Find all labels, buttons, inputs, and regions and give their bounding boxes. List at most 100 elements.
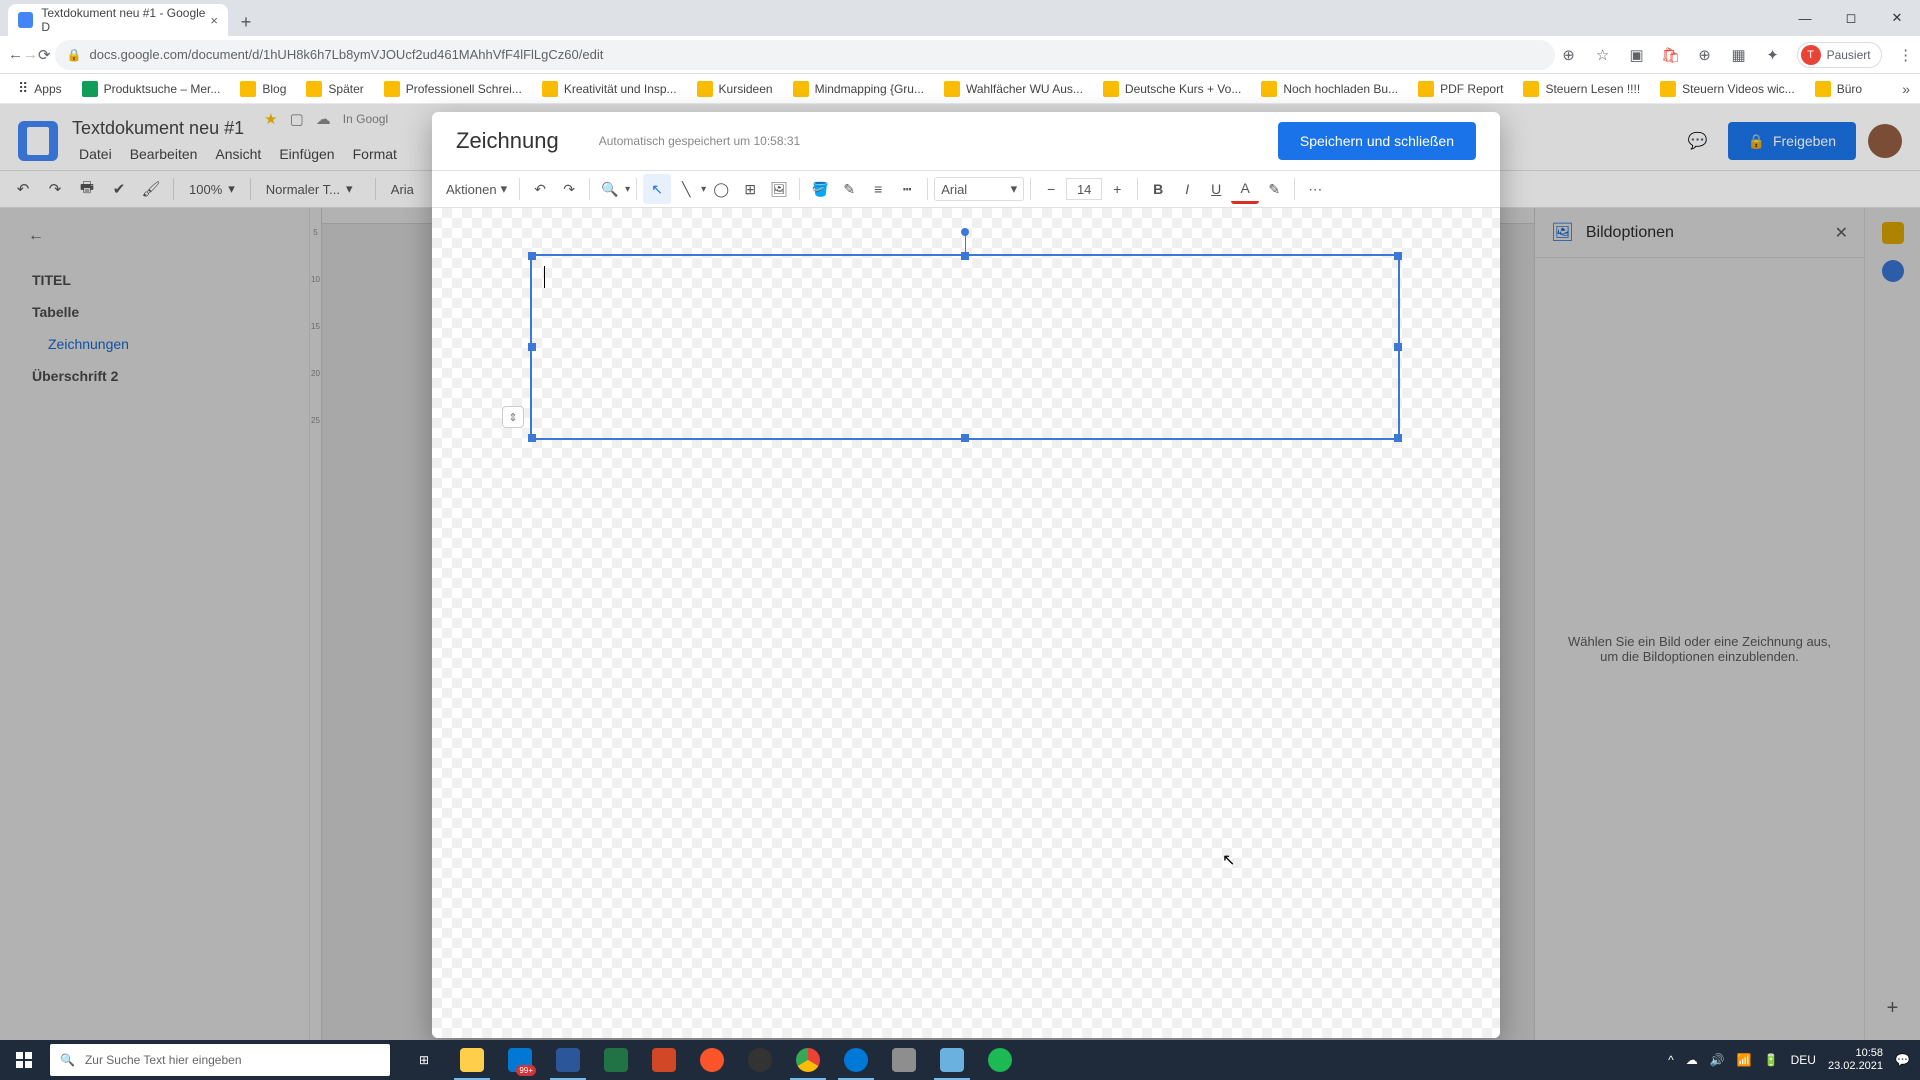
comments-button[interactable]: 💬 (1680, 123, 1716, 159)
undo-button[interactable]: ↶ (526, 174, 554, 204)
profile-button[interactable]: T Pausiert (1797, 42, 1882, 68)
start-button[interactable] (0, 1040, 48, 1080)
star-icon[interactable]: ★ (264, 110, 277, 128)
resize-handle-ml[interactable] (528, 343, 536, 351)
save-and-close-button[interactable]: Speichern und schließen (1278, 122, 1476, 160)
spellcheck-button[interactable]: ✔ (104, 174, 134, 204)
taskbar-search[interactable]: 🔍 Zur Suche Text hier eingeben (50, 1044, 390, 1076)
bookmark-item[interactable]: Mindmapping {Gru... (785, 77, 932, 101)
back-button[interactable]: ← (8, 40, 23, 70)
reload-button[interactable]: ⟳ (38, 40, 51, 70)
bookmark-item[interactable]: PDF Report (1410, 77, 1511, 101)
spotify-app[interactable] (976, 1040, 1024, 1080)
fill-color-button[interactable]: 🪣 (806, 174, 834, 204)
textbox-tool[interactable]: ⊞ (736, 174, 764, 204)
text-color-button[interactable]: A (1231, 174, 1259, 204)
print-button[interactable]: 🖶 (72, 174, 102, 204)
menu-format[interactable]: Format (346, 143, 404, 165)
task-view-button[interactable]: ⊞ (400, 1040, 448, 1080)
bookmark-item[interactable]: Später (298, 77, 371, 101)
image-tool[interactable]: 🖼 (765, 174, 793, 204)
bookmark-item[interactable]: Kreativität und Insp... (534, 77, 685, 101)
resize-handle-tl[interactable] (528, 252, 536, 260)
forward-button[interactable]: → (23, 40, 38, 70)
battery-icon[interactable]: 🔋 (1764, 1053, 1779, 1067)
extensions-icon[interactable]: ✦ (1763, 45, 1783, 65)
cart-icon[interactable]: 🛍 (1661, 45, 1681, 65)
paint-format-button[interactable]: 🖌 (136, 174, 166, 204)
notifications-icon[interactable]: 💬 (1895, 1053, 1910, 1067)
clock[interactable]: 10:58 23.02.2021 (1828, 1047, 1883, 1073)
undo-button[interactable]: ↶ (8, 174, 38, 204)
increase-font-button[interactable]: + (1103, 174, 1131, 204)
account-avatar[interactable] (1868, 124, 1902, 158)
close-window-button[interactable]: ✕ (1874, 0, 1920, 36)
edge-app[interactable] (832, 1040, 880, 1080)
qr-icon[interactable]: ▣ (1627, 45, 1647, 65)
chrome-app[interactable] (784, 1040, 832, 1080)
share-button[interactable]: 🔒 Freigeben (1728, 122, 1856, 160)
resize-handle-mr[interactable] (1394, 343, 1402, 351)
move-icon[interactable]: ▢ (290, 110, 304, 128)
tray-chevron-icon[interactable]: ^ (1668, 1053, 1674, 1067)
bold-button[interactable]: B (1144, 174, 1172, 204)
zoom-dropdown[interactable]: 100%▾ (181, 175, 243, 203)
bookmark-item[interactable]: Blog (232, 77, 294, 101)
star-icon[interactable]: ☆ (1593, 45, 1613, 65)
resize-handle-mt[interactable] (961, 252, 969, 260)
resize-handle-tr[interactable] (1394, 252, 1402, 260)
font-size-input[interactable]: 14 (1066, 178, 1102, 200)
menu-datei[interactable]: Datei (72, 143, 119, 165)
excel-app[interactable] (592, 1040, 640, 1080)
text-box-selected[interactable] (530, 254, 1400, 440)
powerpoint-app[interactable] (640, 1040, 688, 1080)
drawing-canvas[interactable]: ⇕ (432, 208, 1500, 1038)
decrease-font-button[interactable]: − (1037, 174, 1065, 204)
bookmark-item[interactable]: Produktsuche – Mer... (74, 77, 229, 101)
bookmarks-overflow[interactable]: » (1902, 81, 1910, 97)
notepad-app[interactable] (928, 1040, 976, 1080)
menu-ansicht[interactable]: Ansicht (208, 143, 268, 165)
globe-icon[interactable]: ⊕ (1695, 45, 1715, 65)
brave-app[interactable] (688, 1040, 736, 1080)
obs-app[interactable] (736, 1040, 784, 1080)
language-indicator[interactable]: DEU (1791, 1053, 1816, 1067)
close-icon[interactable]: × (210, 13, 218, 28)
bookmark-item[interactable]: Deutsche Kurs + Vo... (1095, 77, 1249, 101)
mail-app[interactable]: 99+ (496, 1040, 544, 1080)
apps-button[interactable]: ⠿Apps (10, 76, 70, 101)
font-dropdown[interactable]: Arial▾ (934, 177, 1024, 201)
bookmark-item[interactable]: Büro (1807, 77, 1870, 101)
border-color-button[interactable]: ✎ (835, 174, 863, 204)
explorer-app[interactable] (448, 1040, 496, 1080)
resize-handle-br[interactable] (1394, 434, 1402, 442)
redo-button[interactable]: ↷ (555, 174, 583, 204)
mspaint-app[interactable] (880, 1040, 928, 1080)
bookmark-item[interactable]: Steuern Videos wic... (1652, 77, 1803, 101)
resize-handle-mb[interactable] (961, 434, 969, 442)
menu-icon[interactable]: ⋮ (1896, 45, 1916, 65)
canvas-resize-handle[interactable]: ⇕ (502, 406, 524, 428)
zoom-button[interactable]: 🔍 (596, 174, 624, 204)
docs-logo-icon[interactable] (18, 121, 58, 161)
border-weight-button[interactable]: ≡ (864, 174, 892, 204)
font-dropdown[interactable]: Aria (383, 175, 422, 203)
onedrive-icon[interactable]: ☁ (1686, 1053, 1698, 1067)
style-dropdown[interactable]: Normaler T...▾ (258, 175, 368, 203)
word-app[interactable] (544, 1040, 592, 1080)
shape-tool[interactable]: ◯ (707, 174, 735, 204)
italic-button[interactable]: I (1173, 174, 1201, 204)
bookmark-item[interactable]: Professionell Schrei... (376, 77, 530, 101)
bookmark-item[interactable]: Steuern Lesen !!!! (1515, 77, 1648, 101)
line-tool[interactable]: ╲ (672, 174, 700, 204)
bookmark-item[interactable]: Wahlfächer WU Aus... (936, 77, 1091, 101)
more-button[interactable]: ⋯ (1301, 174, 1329, 204)
resize-handle-bl[interactable] (528, 434, 536, 442)
select-tool[interactable]: ↖ (643, 174, 671, 204)
volume-icon[interactable]: 🔊 (1710, 1053, 1725, 1067)
border-dash-button[interactable]: ┅ (893, 174, 921, 204)
cast-icon[interactable]: ▦ (1729, 45, 1749, 65)
url-input[interactable]: 🔒 docs.google.com/document/d/1hUH8k6h7Lb… (55, 40, 1555, 70)
minimize-button[interactable]: — (1782, 0, 1828, 36)
new-tab-button[interactable]: + (232, 8, 260, 36)
